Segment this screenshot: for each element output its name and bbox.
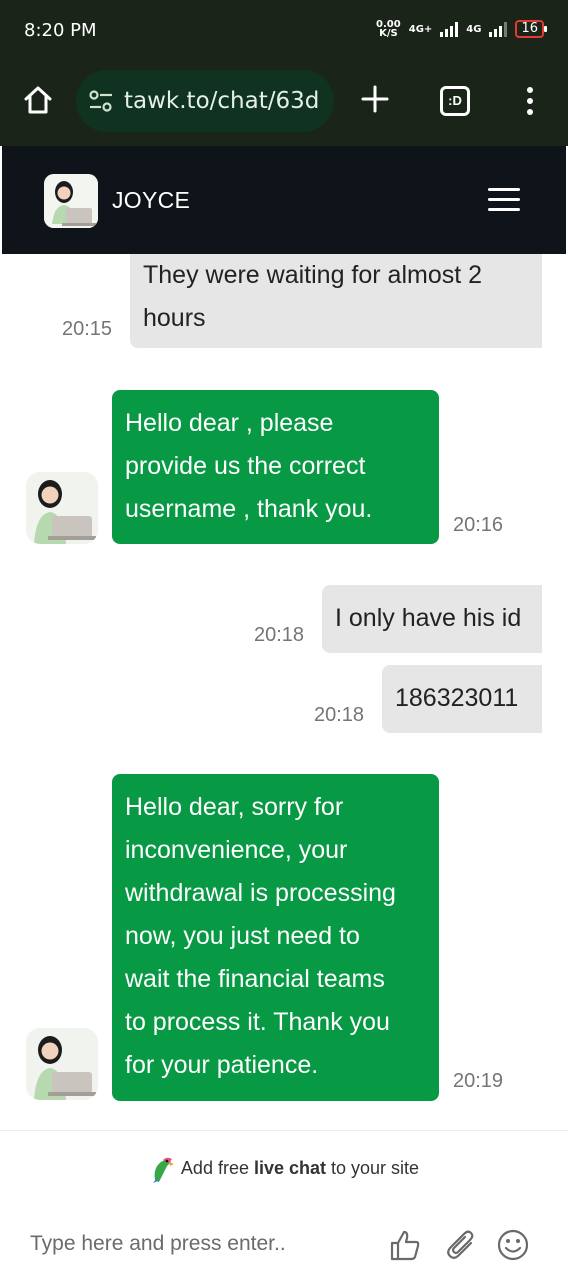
url-text[interactable]: tawk.to/chat/63d — [124, 88, 319, 114]
agent-message-avatar — [26, 472, 98, 544]
status-indicators: 0.00 K/S 4G+ 4G 16 — [376, 19, 547, 39]
more-menu-icon[interactable] — [524, 86, 536, 116]
message-time: 20:19 — [453, 1070, 504, 1092]
net-speed: 0.00 K/S — [376, 19, 401, 39]
chat-header: JOYCE — [2, 146, 566, 254]
signal-icon — [440, 21, 459, 37]
message-time: 20:16 — [453, 514, 504, 536]
network-label-2: 4G — [466, 23, 482, 35]
status-bar: 8:20 PM 0.00 K/S 4G+ 4G 16 — [0, 0, 568, 62]
branding-suffix: to your site — [326, 1158, 420, 1178]
tawk-branding-link[interactable]: Add free live chat to your site — [0, 1130, 568, 1206]
site-settings-icon[interactable] — [88, 89, 114, 113]
emoji-icon[interactable] — [496, 1228, 530, 1262]
message-list[interactable]: 20:15 They were waiting for almost 2 hou… — [0, 254, 568, 1130]
message-time: 20:18 — [314, 704, 365, 726]
agent-message: Hello dear , please provide us the corre… — [112, 390, 439, 544]
home-icon[interactable] — [22, 84, 54, 116]
hamburger-menu-icon[interactable] — [488, 188, 520, 212]
agent-photo-icon — [26, 1028, 98, 1100]
tab-switcher-icon[interactable]: :D — [440, 86, 470, 116]
battery-icon: 16 — [515, 20, 547, 38]
message-time: 20:18 — [254, 624, 305, 646]
visitor-message: They were waiting for almost 2 hours — [130, 254, 542, 348]
agent-message-avatar — [26, 1028, 98, 1100]
new-tab-icon[interactable] — [360, 84, 390, 114]
branding-bold: live chat — [253, 1158, 327, 1178]
browser-toolbar: tawk.to/chat/63d :D — [0, 62, 568, 146]
agent-photo-icon — [44, 174, 98, 228]
attachment-icon[interactable] — [444, 1228, 478, 1262]
agent-avatar — [44, 174, 98, 228]
agent-name: JOYCE — [112, 187, 191, 213]
address-bar[interactable]: tawk.to/chat/63d — [76, 70, 334, 132]
visitor-message: 186323011 — [382, 665, 542, 733]
parrot-icon — [152, 1157, 174, 1183]
network-label-1: 4G+ — [408, 23, 433, 35]
thumbs-up-icon[interactable] — [388, 1228, 422, 1262]
agent-photo-icon — [26, 472, 98, 544]
branding-prefix: Add free — [180, 1158, 254, 1178]
status-time: 8:20 PM — [24, 20, 97, 41]
message-time: 20:15 — [62, 318, 113, 340]
visitor-message: I only have his id — [322, 585, 542, 653]
signal-icon-2 — [489, 21, 508, 37]
message-composer — [0, 1206, 568, 1280]
message-input[interactable] — [30, 1226, 360, 1262]
agent-message: Hello dear, sorry for inconvenience, you… — [112, 774, 439, 1101]
